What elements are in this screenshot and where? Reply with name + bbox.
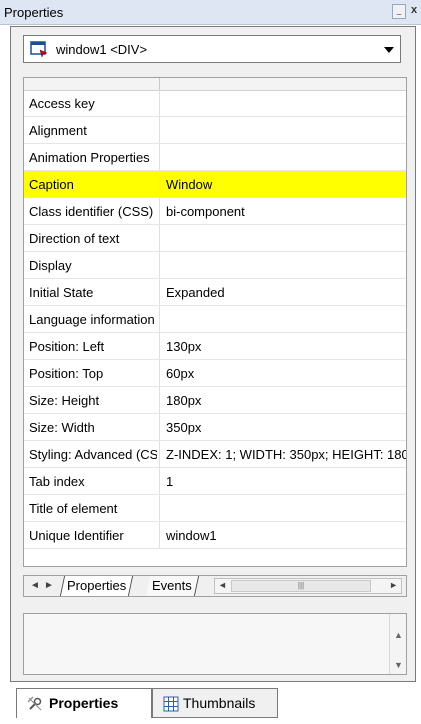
property-name: Tab index [29,474,85,489]
row-column-divider [159,333,160,359]
tab-properties-label: Properties [67,578,127,593]
tab-events-label: Events [152,578,192,593]
property-value[interactable]: 350px [166,420,406,435]
property-value[interactable]: window1 [166,528,406,543]
property-grid: Access key Alignment Animation Properties C… [23,77,407,567]
property-row[interactable]: Unique Identifier window1 [24,522,406,549]
property-name: Language information [29,312,155,327]
property-name: Caption [29,177,74,192]
row-column-divider [159,279,160,305]
property-value[interactable]: bi-component [166,204,406,219]
row-column-divider [159,360,160,386]
row-column-divider [159,495,160,521]
property-rows: Access key Alignment Animation Properties C… [24,90,406,549]
property-name: Direction of text [29,231,120,246]
property-row[interactable]: Tab index 1 [24,468,406,495]
row-column-divider [159,441,160,467]
property-row[interactable]: Initial State Expanded [24,279,406,306]
vertical-scrollbar[interactable]: ▲ ▼ [389,614,406,674]
property-value[interactable]: 1 [166,474,406,489]
close-icon[interactable]: x [408,4,420,17]
window-element-icon [30,41,48,57]
row-column-divider [159,90,160,116]
property-name: Alignment [29,123,87,138]
property-row[interactable]: Class identifier (CSS) bi-component [24,198,406,225]
row-column-divider [159,468,160,494]
panel-titlebar: Properties _ x [0,0,421,25]
property-name: Size: Width [29,420,95,435]
property-row[interactable]: Size: Height 180px [24,387,406,414]
element-selector-dropdown[interactable]: window1 <DIV> [23,35,401,63]
property-row[interactable]: Alignment [24,117,406,144]
property-value[interactable]: Window [166,177,406,192]
tab-events[interactable]: Events [145,576,199,596]
property-name: Position: Left [29,339,105,354]
row-column-divider [159,387,160,413]
panel-title: Properties [4,5,64,20]
scroll-right-icon[interactable]: ► [389,580,398,590]
property-name: Display [29,258,72,273]
thumbnails-grid-icon [163,696,179,712]
property-name: Styling: Advanced (CSS) [29,447,157,462]
row-column-divider [159,306,160,332]
bottom-tab-thumbnails-label: Thumbnails [183,695,256,711]
property-value[interactable]: Z-INDEX: 1; WIDTH: 350px; HEIGHT: 180px [166,447,406,462]
bottom-tab-thumbnails[interactable]: Thumbnails [152,688,278,718]
scrollbar-thumb[interactable]: ||| [231,580,371,592]
row-column-divider [159,171,160,197]
property-row[interactable]: Access key [24,90,406,117]
chevron-down-icon[interactable] [384,47,394,53]
row-column-divider [159,198,160,224]
property-row[interactable]: Styling: Advanced (CSS) Z-INDEX: 1; WIDTH… [24,441,406,468]
property-row[interactable]: Animation Properties [24,144,406,171]
property-name: Position: Top [29,366,104,381]
property-row[interactable]: Language information [24,306,406,333]
property-value[interactable]: 130px [166,339,406,354]
properties-panel: window1 <DIV> Access key Alignment Animati… [10,26,416,682]
row-column-divider [159,252,160,278]
property-name: Access key [29,96,95,111]
property-description-box: ▲ ▼ [23,613,407,675]
scroll-left-icon[interactable]: ◄ [218,580,227,590]
property-row[interactable]: Position: Left 130px [24,333,406,360]
property-name: Animation Properties [29,150,150,165]
column-divider[interactable] [159,78,160,90]
grid-tabstrip: ◄ ► Properties Events ◄ ||| ► [23,575,407,597]
scroll-down-icon[interactable]: ▼ [394,660,403,670]
tab-scroll-left-icon[interactable]: ◄ [30,580,40,591]
property-row[interactable]: Title of element [24,495,406,522]
property-row[interactable]: Size: Width 350px [24,414,406,441]
minimize-icon[interactable]: _ [392,4,406,19]
bottom-tab-properties-label: Properties [49,695,119,711]
property-value[interactable]: 180px [166,393,406,408]
row-column-divider [159,414,160,440]
tab-scroll-right-icon[interactable]: ► [44,580,54,591]
wrench-icon [27,696,42,711]
property-name: Size: Height [29,393,100,408]
property-name: Initial State [29,285,94,300]
property-value[interactable]: 60px [166,366,406,381]
property-row[interactable]: Direction of text [24,225,406,252]
property-value[interactable]: Expanded [166,285,406,300]
property-row[interactable]: Caption Window [24,171,406,198]
bottom-tab-properties[interactable]: Properties [16,688,152,718]
horizontal-scrollbar[interactable]: ◄ ||| ► [214,578,402,594]
tab-properties[interactable]: Properties [59,576,134,596]
row-column-divider [159,225,160,251]
row-column-divider [159,117,160,143]
property-name: Class identifier (CSS) [29,204,154,219]
property-name: Title of element [29,501,118,516]
row-column-divider [159,522,160,548]
property-name: Unique Identifier [29,528,124,543]
property-row[interactable]: Position: Top 60px [24,360,406,387]
selected-element-label: window1 <DIV> [56,42,148,57]
property-row[interactable]: Display [24,252,406,279]
scroll-up-icon[interactable]: ▲ [394,630,403,640]
row-column-divider [159,144,160,170]
